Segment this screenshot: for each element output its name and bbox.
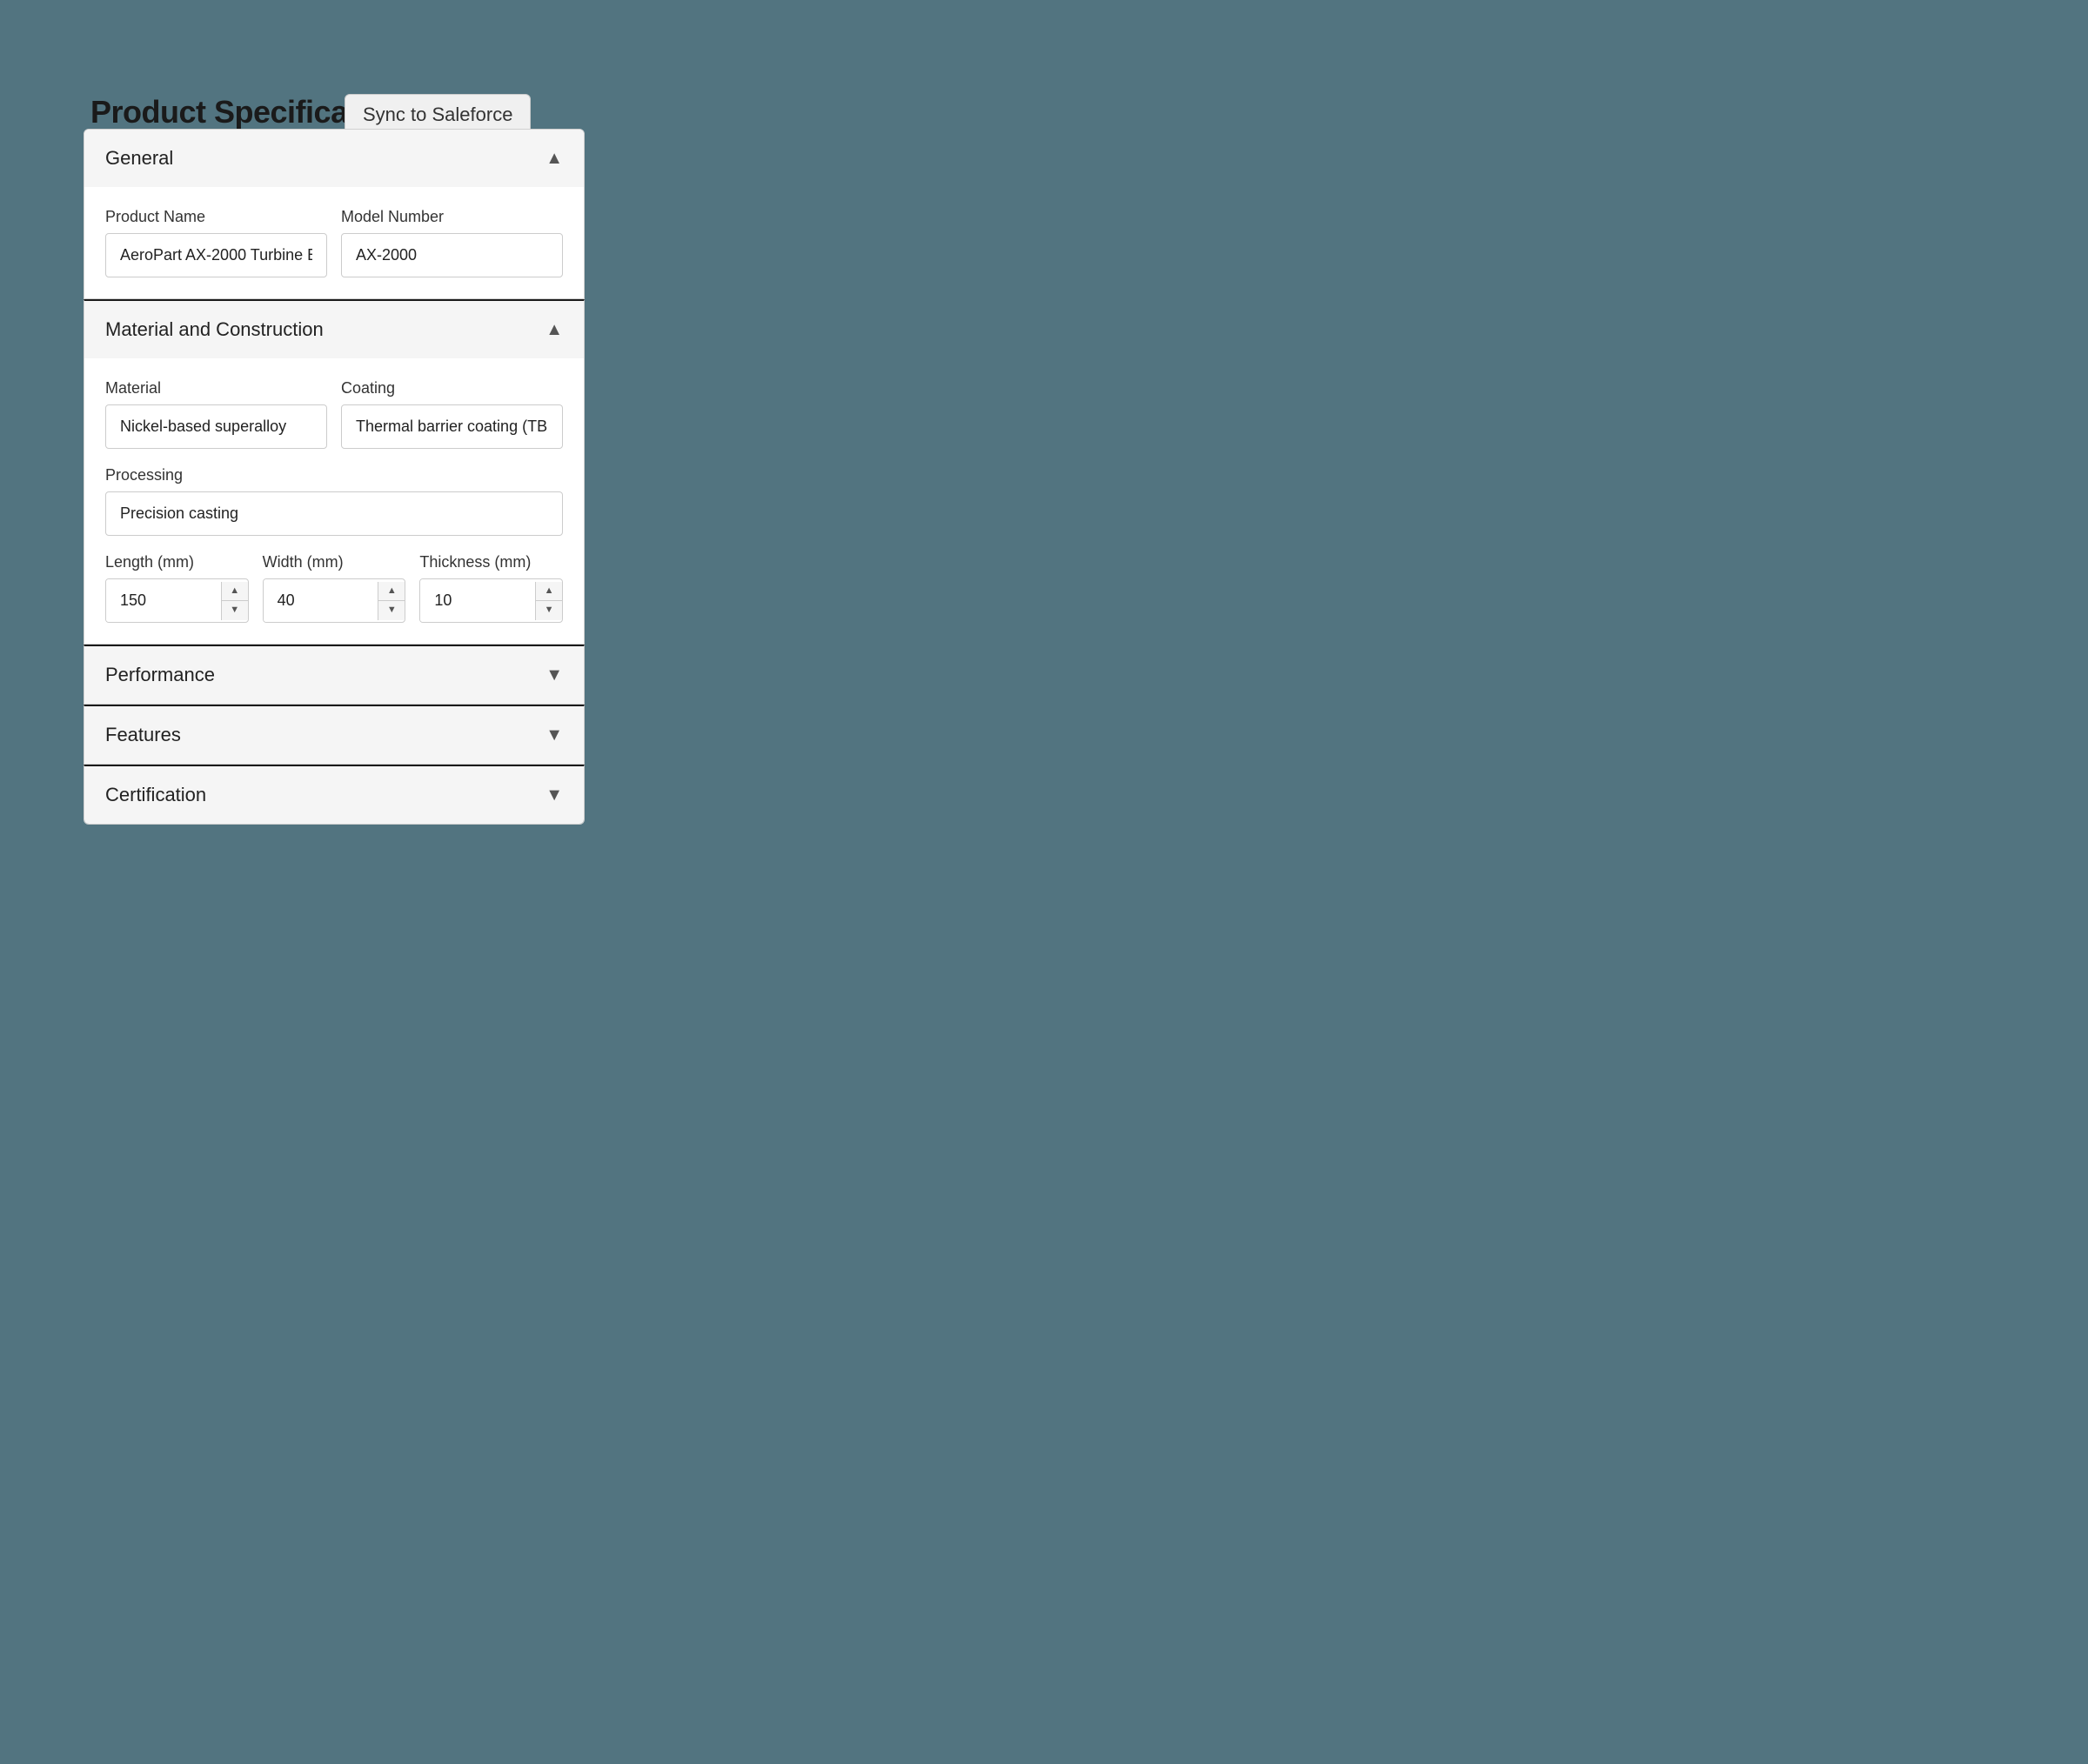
material-label: Material xyxy=(105,379,327,398)
material-coating-row: Material Coating xyxy=(105,379,563,449)
section-features: Features ▼ xyxy=(84,705,585,765)
thickness-spinner-wrapper: ▲ ▼ xyxy=(419,578,563,623)
section-general-label: General xyxy=(105,147,173,170)
model-number-group: Model Number xyxy=(341,208,563,277)
section-general-body: Product Name Model Number xyxy=(84,187,584,298)
length-decrement-button[interactable]: ▼ xyxy=(222,601,248,620)
width-spinner-buttons: ▲ ▼ xyxy=(378,582,405,620)
section-features-chevron: ▼ xyxy=(545,725,563,745)
section-material-header[interactable]: Material and Construction ▲ xyxy=(84,301,584,358)
section-certification-chevron: ▼ xyxy=(545,785,563,805)
width-group: Width (mm) ▲ ▼ xyxy=(263,553,406,623)
coating-group: Coating xyxy=(341,379,563,449)
thickness-group: Thickness (mm) ▲ ▼ xyxy=(419,553,563,623)
width-spinner-wrapper: ▲ ▼ xyxy=(263,578,406,623)
model-number-input[interactable] xyxy=(341,233,563,277)
length-group: Length (mm) ▲ ▼ xyxy=(105,553,249,623)
section-general-chevron: ▲ xyxy=(545,149,563,169)
length-spinner-buttons: ▲ ▼ xyxy=(221,582,248,620)
processing-row: Processing xyxy=(105,466,563,536)
length-input[interactable] xyxy=(106,579,221,622)
product-name-label: Product Name xyxy=(105,208,327,226)
section-features-header[interactable]: Features ▼ xyxy=(84,706,584,764)
dimensions-row: Length (mm) ▲ ▼ Width (mm) ▲ xyxy=(105,553,563,623)
thickness-input[interactable] xyxy=(420,579,535,622)
section-general-header[interactable]: General ▲ xyxy=(84,130,584,187)
thickness-increment-button[interactable]: ▲ xyxy=(536,582,562,601)
section-performance-label: Performance xyxy=(105,664,215,686)
material-group: Material xyxy=(105,379,327,449)
section-certification-label: Certification xyxy=(105,784,206,806)
section-certification-header[interactable]: Certification ▼ xyxy=(84,766,584,824)
section-material-body: Material Coating Processing Length (mm) xyxy=(84,358,584,644)
width-input[interactable] xyxy=(264,579,378,622)
section-general: General ▲ Product Name Model Number xyxy=(84,129,585,299)
section-material-label: Material and Construction xyxy=(105,318,324,341)
main-container: General ▲ Product Name Model Number Mate… xyxy=(84,129,585,825)
length-spinner-wrapper: ▲ ▼ xyxy=(105,578,249,623)
processing-label: Processing xyxy=(105,466,563,484)
processing-input[interactable] xyxy=(105,491,563,536)
width-label: Width (mm) xyxy=(263,553,406,571)
section-performance-chevron: ▼ xyxy=(545,665,563,685)
length-label: Length (mm) xyxy=(105,553,249,571)
section-material-chevron: ▲ xyxy=(545,320,563,340)
thickness-label: Thickness (mm) xyxy=(419,553,563,571)
length-increment-button[interactable]: ▲ xyxy=(222,582,248,601)
section-certification: Certification ▼ xyxy=(84,765,585,825)
thickness-spinner-buttons: ▲ ▼ xyxy=(535,582,562,620)
thickness-decrement-button[interactable]: ▼ xyxy=(536,601,562,620)
section-performance-header[interactable]: Performance ▼ xyxy=(84,646,584,704)
section-performance: Performance ▼ xyxy=(84,645,585,705)
general-field-row: Product Name Model Number xyxy=(105,208,563,277)
coating-input[interactable] xyxy=(341,404,563,449)
width-increment-button[interactable]: ▲ xyxy=(378,582,405,601)
model-number-label: Model Number xyxy=(341,208,563,226)
section-features-label: Features xyxy=(105,724,181,746)
processing-group: Processing xyxy=(105,466,563,536)
material-input[interactable] xyxy=(105,404,327,449)
product-name-input[interactable] xyxy=(105,233,327,277)
product-name-group: Product Name xyxy=(105,208,327,277)
section-material-construction: Material and Construction ▲ Material Coa… xyxy=(84,299,585,645)
width-decrement-button[interactable]: ▼ xyxy=(378,601,405,620)
coating-label: Coating xyxy=(341,379,563,398)
